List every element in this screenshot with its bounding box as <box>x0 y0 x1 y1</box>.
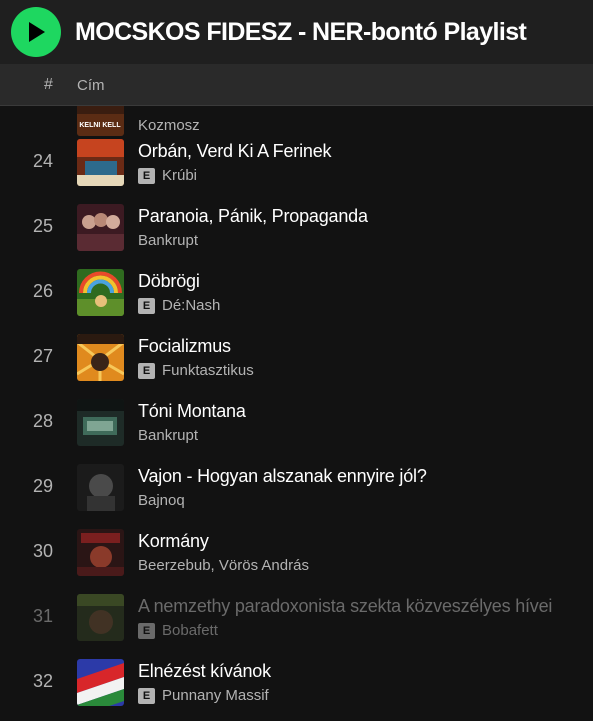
explicit-badge: E <box>138 167 155 184</box>
playlist-title: MOCSKOS FIDESZ - NER-bontó Playlist <box>75 17 527 46</box>
track-title[interactable]: Orbán, Verd Ki A Ferinek <box>138 141 332 162</box>
track-cover <box>77 204 124 251</box>
track-row[interactable]: 32 Elnézést kívánok E Punnany Massif <box>0 653 593 718</box>
track-number: 26 <box>32 281 54 301</box>
track-artist[interactable]: Punnany Massif <box>162 687 269 704</box>
track-cover <box>77 269 124 316</box>
track-artist[interactable]: Bajnoq <box>138 492 185 509</box>
track-artist-line: E Punnany Massif <box>138 687 269 704</box>
track-number: 28 <box>32 411 54 431</box>
explicit-badge: E <box>138 622 155 639</box>
track-row[interactable]: 25 Paranoia, Pánik, Propaganda Bankrupt <box>0 198 593 263</box>
track-list-header: # Cím <box>0 64 593 106</box>
track-row-unavailable[interactable]: 31 A nemzethy paradoxonista szekta közve… <box>0 588 593 653</box>
track-artist[interactable]: Funktasztikus <box>162 362 254 379</box>
play-button[interactable] <box>11 7 61 57</box>
explicit-badge: E <box>138 362 155 379</box>
track-artist[interactable]: Bankrupt <box>138 427 198 444</box>
track-row[interactable]: 27 Focializmus E Funktasztikus <box>0 328 593 393</box>
track-title[interactable]: Focializmus <box>138 336 231 357</box>
track-artist-line: E Funktasztikus <box>138 362 254 379</box>
track-cover <box>77 464 124 511</box>
track-cover <box>77 529 124 576</box>
track-row[interactable]: 30 Kormány Beerzebub, Vörös András <box>0 523 593 588</box>
column-number-header: # <box>44 76 53 93</box>
track-number: 27 <box>32 346 54 366</box>
track-number: 25 <box>32 216 54 236</box>
track-number: 24 <box>32 151 54 171</box>
track-title[interactable]: Tóni Montana <box>138 401 246 422</box>
track-artist[interactable]: Krúbi <box>162 167 197 184</box>
track-title[interactable]: Elnézést kívánok <box>138 661 271 682</box>
track-artist-line: E Dé:Nash <box>138 297 220 314</box>
track-number: 29 <box>32 476 54 496</box>
track-row[interactable]: 29 Vajon - Hogyan alszanak ennyire jól? … <box>0 458 593 523</box>
track-artist[interactable]: Dé:Nash <box>162 297 220 314</box>
track-row[interactable]: 28 Tóni Montana Bankrupt <box>0 393 593 458</box>
track-artist-line: E Bobafett <box>138 622 218 639</box>
track-list: KELNI KELL Kozmosz 24 Orbán, Verd Ki A F… <box>0 106 593 721</box>
track-artist-line: Beerzebub, Vörös András <box>138 557 309 574</box>
track-cover: KELNI KELL <box>77 106 124 136</box>
track-artist-line: Bajnoq <box>138 492 185 509</box>
explicit-badge: E <box>138 687 155 704</box>
track-cover <box>77 399 124 446</box>
playlist-header: MOCSKOS FIDESZ - NER-bontó Playlist <box>0 0 593 64</box>
cover-text: KELNI KELL <box>79 122 121 129</box>
play-icon <box>29 22 45 42</box>
explicit-badge: E <box>138 297 155 314</box>
track-title[interactable]: Vajon - Hogyan alszanak ennyire jól? <box>138 466 427 487</box>
track-artist-line: Kozmosz <box>138 117 200 134</box>
track-cover <box>77 659 124 706</box>
track-artist-line: E Krúbi <box>138 167 197 184</box>
track-cover <box>77 139 124 186</box>
track-row[interactable]: 26 Döbrögi E Dé:Nash <box>0 263 593 328</box>
track-number: 30 <box>32 541 54 561</box>
track-row[interactable]: 24 Orbán, Verd Ki A Ferinek E Krúbi <box>0 133 593 198</box>
column-title-header[interactable]: Cím <box>77 77 105 94</box>
track-title[interactable]: A nemzethy paradoxonista szekta közveszé… <box>138 596 552 617</box>
track-artist[interactable]: Kozmosz <box>138 117 200 134</box>
track-artist-line: Bankrupt <box>138 427 198 444</box>
track-artist-line: Bankrupt <box>138 232 198 249</box>
track-cover <box>77 334 124 381</box>
track-artist[interactable]: Bankrupt <box>138 232 198 249</box>
track-artist[interactable]: Beerzebub, Vörös András <box>138 557 309 574</box>
track-artist[interactable]: Bobafett <box>162 622 218 639</box>
track-title[interactable]: Paranoia, Pánik, Propaganda <box>138 206 368 227</box>
track-title[interactable]: Kormány <box>138 531 209 552</box>
track-title[interactable]: Döbrögi <box>138 271 200 292</box>
track-cover <box>77 594 124 641</box>
track-number: 32 <box>32 671 54 691</box>
track-number: 31 <box>32 606 54 626</box>
